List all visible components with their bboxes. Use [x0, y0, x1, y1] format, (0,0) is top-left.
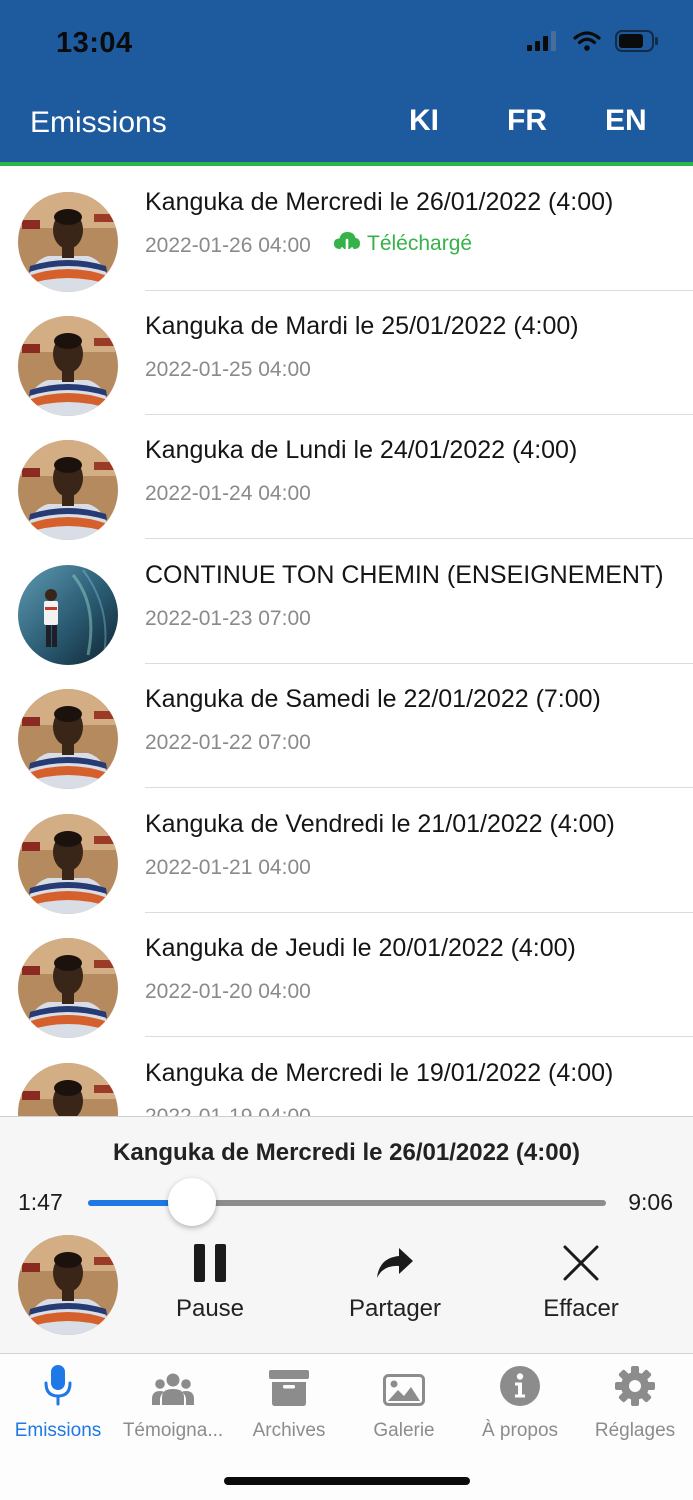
- downloaded-badge: Téléchargé: [333, 231, 472, 257]
- archive-box-icon: [269, 1370, 309, 1406]
- downloaded-label: Téléchargé: [367, 232, 473, 255]
- now-playing-avatar: [18, 1235, 118, 1335]
- users-icon: [152, 1373, 194, 1405]
- episode-avatar: [18, 814, 118, 914]
- episode-row[interactable]: Kanguka de Vendredi le 21/01/2022 (4:00)…: [0, 788, 693, 914]
- episode-date: 2022-01-25 04:00: [145, 358, 311, 381]
- clear-label: Effacer: [543, 1295, 619, 1322]
- tab-temoignages[interactable]: Témoigna...: [115, 1360, 231, 1442]
- language-en-button[interactable]: EN: [605, 104, 647, 138]
- info-icon: [500, 1366, 540, 1406]
- home-indicator: [224, 1477, 470, 1485]
- tab-label: Témoigna...: [122, 1420, 224, 1441]
- tab-label: Galerie: [373, 1420, 435, 1441]
- status-icons: [527, 30, 659, 52]
- wifi-icon: [573, 31, 601, 51]
- elapsed-time: 1:47: [18, 1189, 63, 1215]
- episode-row[interactable]: CONTINUE TON CHEMIN (ENSEIGNEMENT) 2022-…: [0, 539, 693, 665]
- episode-row[interactable]: Kanguka de Jeudi le 20/01/2022 (4:00) 20…: [0, 912, 693, 1038]
- episode-date: 2022-01-22 07:00: [145, 731, 311, 754]
- episode-title: Kanguka de Mardi le 25/01/2022 (4:00): [145, 312, 579, 340]
- episode-row[interactable]: Kanguka de Mercredi le 26/01/2022 (4:00)…: [0, 166, 693, 292]
- tab-archives[interactable]: Archives: [231, 1360, 347, 1442]
- tab-label: À propos: [481, 1420, 559, 1441]
- gallery-icon: [383, 1374, 425, 1406]
- episode-row[interactable]: Kanguka de Lundi le 24/01/2022 (4:00) 20…: [0, 414, 693, 540]
- episode-row[interactable]: Kanguka de Samedi le 22/01/2022 (7:00) 2…: [0, 663, 693, 789]
- progress-track[interactable]: [88, 1200, 606, 1206]
- cloud-download-icon: [334, 232, 360, 255]
- battery-icon: [615, 30, 658, 52]
- progress-thumb[interactable]: [167, 1178, 216, 1226]
- app-header: 13:04 Emissions KI FR EN: [0, 0, 693, 166]
- tab-label: Réglages: [594, 1420, 676, 1441]
- pause-icon: [194, 1244, 226, 1282]
- share-icon: [377, 1248, 413, 1278]
- episode-avatar: [18, 192, 118, 292]
- language-ki-button[interactable]: KI: [409, 104, 439, 138]
- share-button[interactable]: Partager: [320, 1241, 470, 1323]
- share-label: Partager: [348, 1295, 442, 1322]
- episode-title: Kanguka de Mercredi le 19/01/2022 (4:00): [145, 1059, 614, 1087]
- episode-title: Kanguka de Lundi le 24/01/2022 (4:00): [145, 436, 578, 464]
- episode-avatar: [18, 1063, 118, 1116]
- episode-title: Kanguka de Jeudi le 20/01/2022 (4:00): [145, 934, 576, 962]
- episode-date: 2022-01-20 04:00: [145, 980, 311, 1003]
- tab-label: Emissions: [14, 1420, 102, 1441]
- episode-date: 2022-01-21 04:00: [145, 856, 311, 879]
- clear-button[interactable]: Effacer: [506, 1241, 656, 1323]
- microphone-icon: [44, 1365, 72, 1406]
- close-icon: [563, 1245, 599, 1281]
- episode-avatar: [18, 316, 118, 416]
- page-title: Emissions: [30, 106, 167, 139]
- status-time: 13:04: [56, 27, 133, 59]
- episode-list[interactable]: Kanguka de Mercredi le 26/01/2022 (4:00)…: [0, 166, 693, 1116]
- pause-label: Pause: [175, 1295, 245, 1322]
- episode-avatar: [18, 689, 118, 789]
- episode-date: 2022-01-24 04:00: [145, 482, 311, 505]
- episode-title: Kanguka de Mercredi le 26/01/2022 (4:00): [145, 188, 614, 216]
- episode-date: 2022-01-19 04:00: [145, 1105, 311, 1116]
- episode-row[interactable]: Kanguka de Mercredi le 19/01/2022 (4:00)…: [0, 1037, 693, 1116]
- tab-bar: Emissions Témoigna... Archives Galerie À…: [0, 1353, 693, 1500]
- episode-title: CONTINUE TON CHEMIN (ENSEIGNEMENT): [145, 561, 664, 589]
- episode-avatar: [18, 565, 118, 665]
- gear-icon: [615, 1366, 655, 1406]
- tab-emissions[interactable]: Emissions: [0, 1360, 116, 1442]
- episode-date: 2022-01-26 04:00: [145, 234, 311, 257]
- episode-title: Kanguka de Samedi le 22/01/2022 (7:00): [145, 685, 601, 713]
- signal-icon: [527, 31, 556, 51]
- episode-title: Kanguka de Vendredi le 21/01/2022 (4:00): [145, 810, 615, 838]
- now-playing-bar: Kanguka de Mercredi le 26/01/2022 (4:00)…: [0, 1116, 693, 1353]
- language-fr-button[interactable]: FR: [507, 104, 547, 138]
- tab-reglages[interactable]: Réglages: [577, 1360, 693, 1442]
- pause-button[interactable]: Pause: [135, 1241, 285, 1323]
- tab-label: Archives: [252, 1420, 326, 1441]
- episode-date: 2022-01-23 07:00: [145, 607, 311, 630]
- tab-galerie[interactable]: Galerie: [346, 1360, 462, 1442]
- tab-a-propos[interactable]: À propos: [462, 1360, 578, 1442]
- episode-avatar: [18, 440, 118, 540]
- episode-avatar: [18, 938, 118, 1038]
- episode-row[interactable]: Kanguka de Mardi le 25/01/2022 (4:00) 20…: [0, 290, 693, 416]
- total-time: 9:06: [628, 1189, 673, 1215]
- now-playing-title: Kanguka de Mercredi le 26/01/2022 (4:00): [113, 1139, 580, 1166]
